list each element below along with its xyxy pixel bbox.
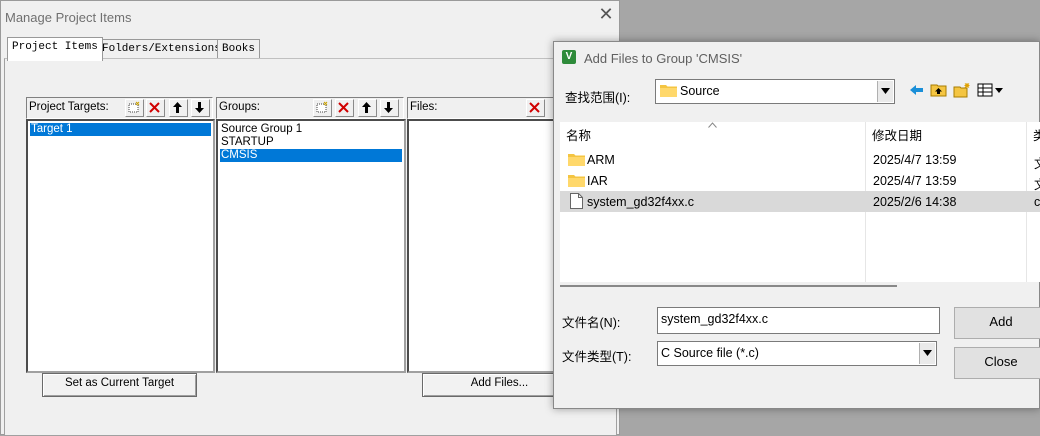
filetype-value: C Source file (*.c) [661, 346, 759, 360]
view-menu-icon[interactable] [977, 82, 1005, 98]
look-in-value: Source [680, 84, 720, 98]
column-header-name[interactable]: 名称 [566, 125, 591, 144]
file-name: IAR [587, 174, 608, 188]
close-button[interactable]: Close [954, 347, 1040, 379]
file-name: system_gd32f4xx.c [587, 195, 694, 209]
new-item-icon [316, 101, 328, 113]
new-folder-icon[interactable] [953, 82, 971, 98]
groups-list[interactable]: Source Group 1 STARTUP CMSIS [216, 119, 406, 373]
file-date: 2025/4/7 13:59 [873, 153, 957, 167]
tab-project-items[interactable]: Project Items [7, 37, 103, 61]
delete-icon [338, 102, 349, 113]
targets-label: Project Targets: [29, 101, 109, 113]
arrow-up-icon [362, 102, 371, 113]
filetype-select[interactable]: C Source file (*.c) [657, 341, 937, 366]
files-header: Files: [407, 97, 559, 119]
chevron-down-icon[interactable] [919, 343, 935, 364]
column-header-date[interactable]: 修改日期 [872, 125, 922, 144]
look-in-combo[interactable]: Source [655, 79, 895, 104]
filename-label: 文件名(N): [562, 316, 621, 330]
delete-icon [529, 102, 540, 113]
manage-project-items-dialog: Manage Project Items ✕ Project Items Fol… [0, 0, 620, 436]
list-item[interactable]: system_gd32f4xx.c 2025/2/6 14:38 c [560, 191, 1040, 212]
dialog-title: Manage Project Items [5, 10, 132, 25]
files-list[interactable] [407, 119, 561, 373]
folder-icon [568, 175, 585, 187]
move-up-target-button[interactable] [169, 99, 188, 117]
file-type: c [1034, 195, 1040, 209]
move-down-group-button[interactable] [380, 99, 399, 117]
filetype-label: 文件类型(T): [562, 350, 632, 364]
file-date: 2025/2/6 14:38 [873, 195, 957, 209]
new-item-icon [128, 101, 140, 113]
list-item[interactable]: IAR 2025/4/7 13:59 文 [560, 170, 1040, 192]
sort-chevron-up-icon [708, 122, 717, 128]
add-files-dialog: V Add Files to Group 'CMSIS' 查找范围(I): So… [553, 41, 1040, 409]
uvision-logo-icon: V [562, 50, 576, 64]
list-item[interactable]: Target 1 [30, 123, 211, 136]
horizontal-scrollbar[interactable] [560, 282, 897, 290]
file-list[interactable]: 名称 修改日期 类 ARM 2025/4/7 13:59 文 IAR 2025/… [560, 122, 1040, 282]
look-in-label: 查找范围(I): [565, 91, 631, 105]
delete-file-button[interactable] [526, 99, 545, 117]
delete-group-button[interactable] [335, 99, 354, 117]
arrow-down-icon [384, 102, 393, 113]
move-up-group-button[interactable] [358, 99, 377, 117]
filename-input[interactable]: system_gd32f4xx.c [657, 307, 940, 334]
dialog-title: Add Files to Group 'CMSIS' [584, 51, 743, 66]
add-button[interactable]: Add [954, 307, 1040, 339]
move-down-target-button[interactable] [191, 99, 210, 117]
files-label: Files: [410, 101, 438, 113]
new-group-button[interactable] [313, 99, 332, 117]
tab-books[interactable]: Books [217, 39, 261, 60]
set-as-current-target-button[interactable]: Set as Current Target [42, 373, 197, 397]
list-item[interactable]: STARTUP [220, 136, 402, 149]
targets-header: Project Targets: [26, 97, 213, 119]
folder-icon [660, 85, 677, 97]
up-folder-icon[interactable] [930, 82, 948, 98]
arrow-up-icon [173, 102, 182, 113]
chevron-down-icon[interactable] [877, 81, 893, 102]
close-icon[interactable]: ✕ [597, 6, 615, 24]
new-target-button[interactable] [125, 99, 144, 117]
column-header-type[interactable]: 类 [1033, 125, 1040, 144]
arrow-down-icon [195, 102, 204, 113]
file-date: 2025/4/7 13:59 [873, 174, 957, 188]
file-icon [570, 193, 583, 209]
back-icon[interactable] [908, 82, 926, 98]
tab-folders-extensions[interactable]: Folders/Extensions [97, 39, 226, 60]
targets-list[interactable]: Target 1 [26, 119, 215, 373]
list-item[interactable]: Source Group 1 [220, 123, 402, 136]
groups-header: Groups: [216, 97, 404, 119]
delete-icon [149, 102, 160, 113]
delete-target-button[interactable] [146, 99, 165, 117]
file-name: ARM [587, 153, 615, 167]
list-item[interactable]: CMSIS [220, 149, 402, 162]
groups-label: Groups: [219, 101, 260, 113]
list-item[interactable]: ARM 2025/4/7 13:59 文 [560, 149, 1040, 171]
folder-icon [568, 154, 585, 166]
